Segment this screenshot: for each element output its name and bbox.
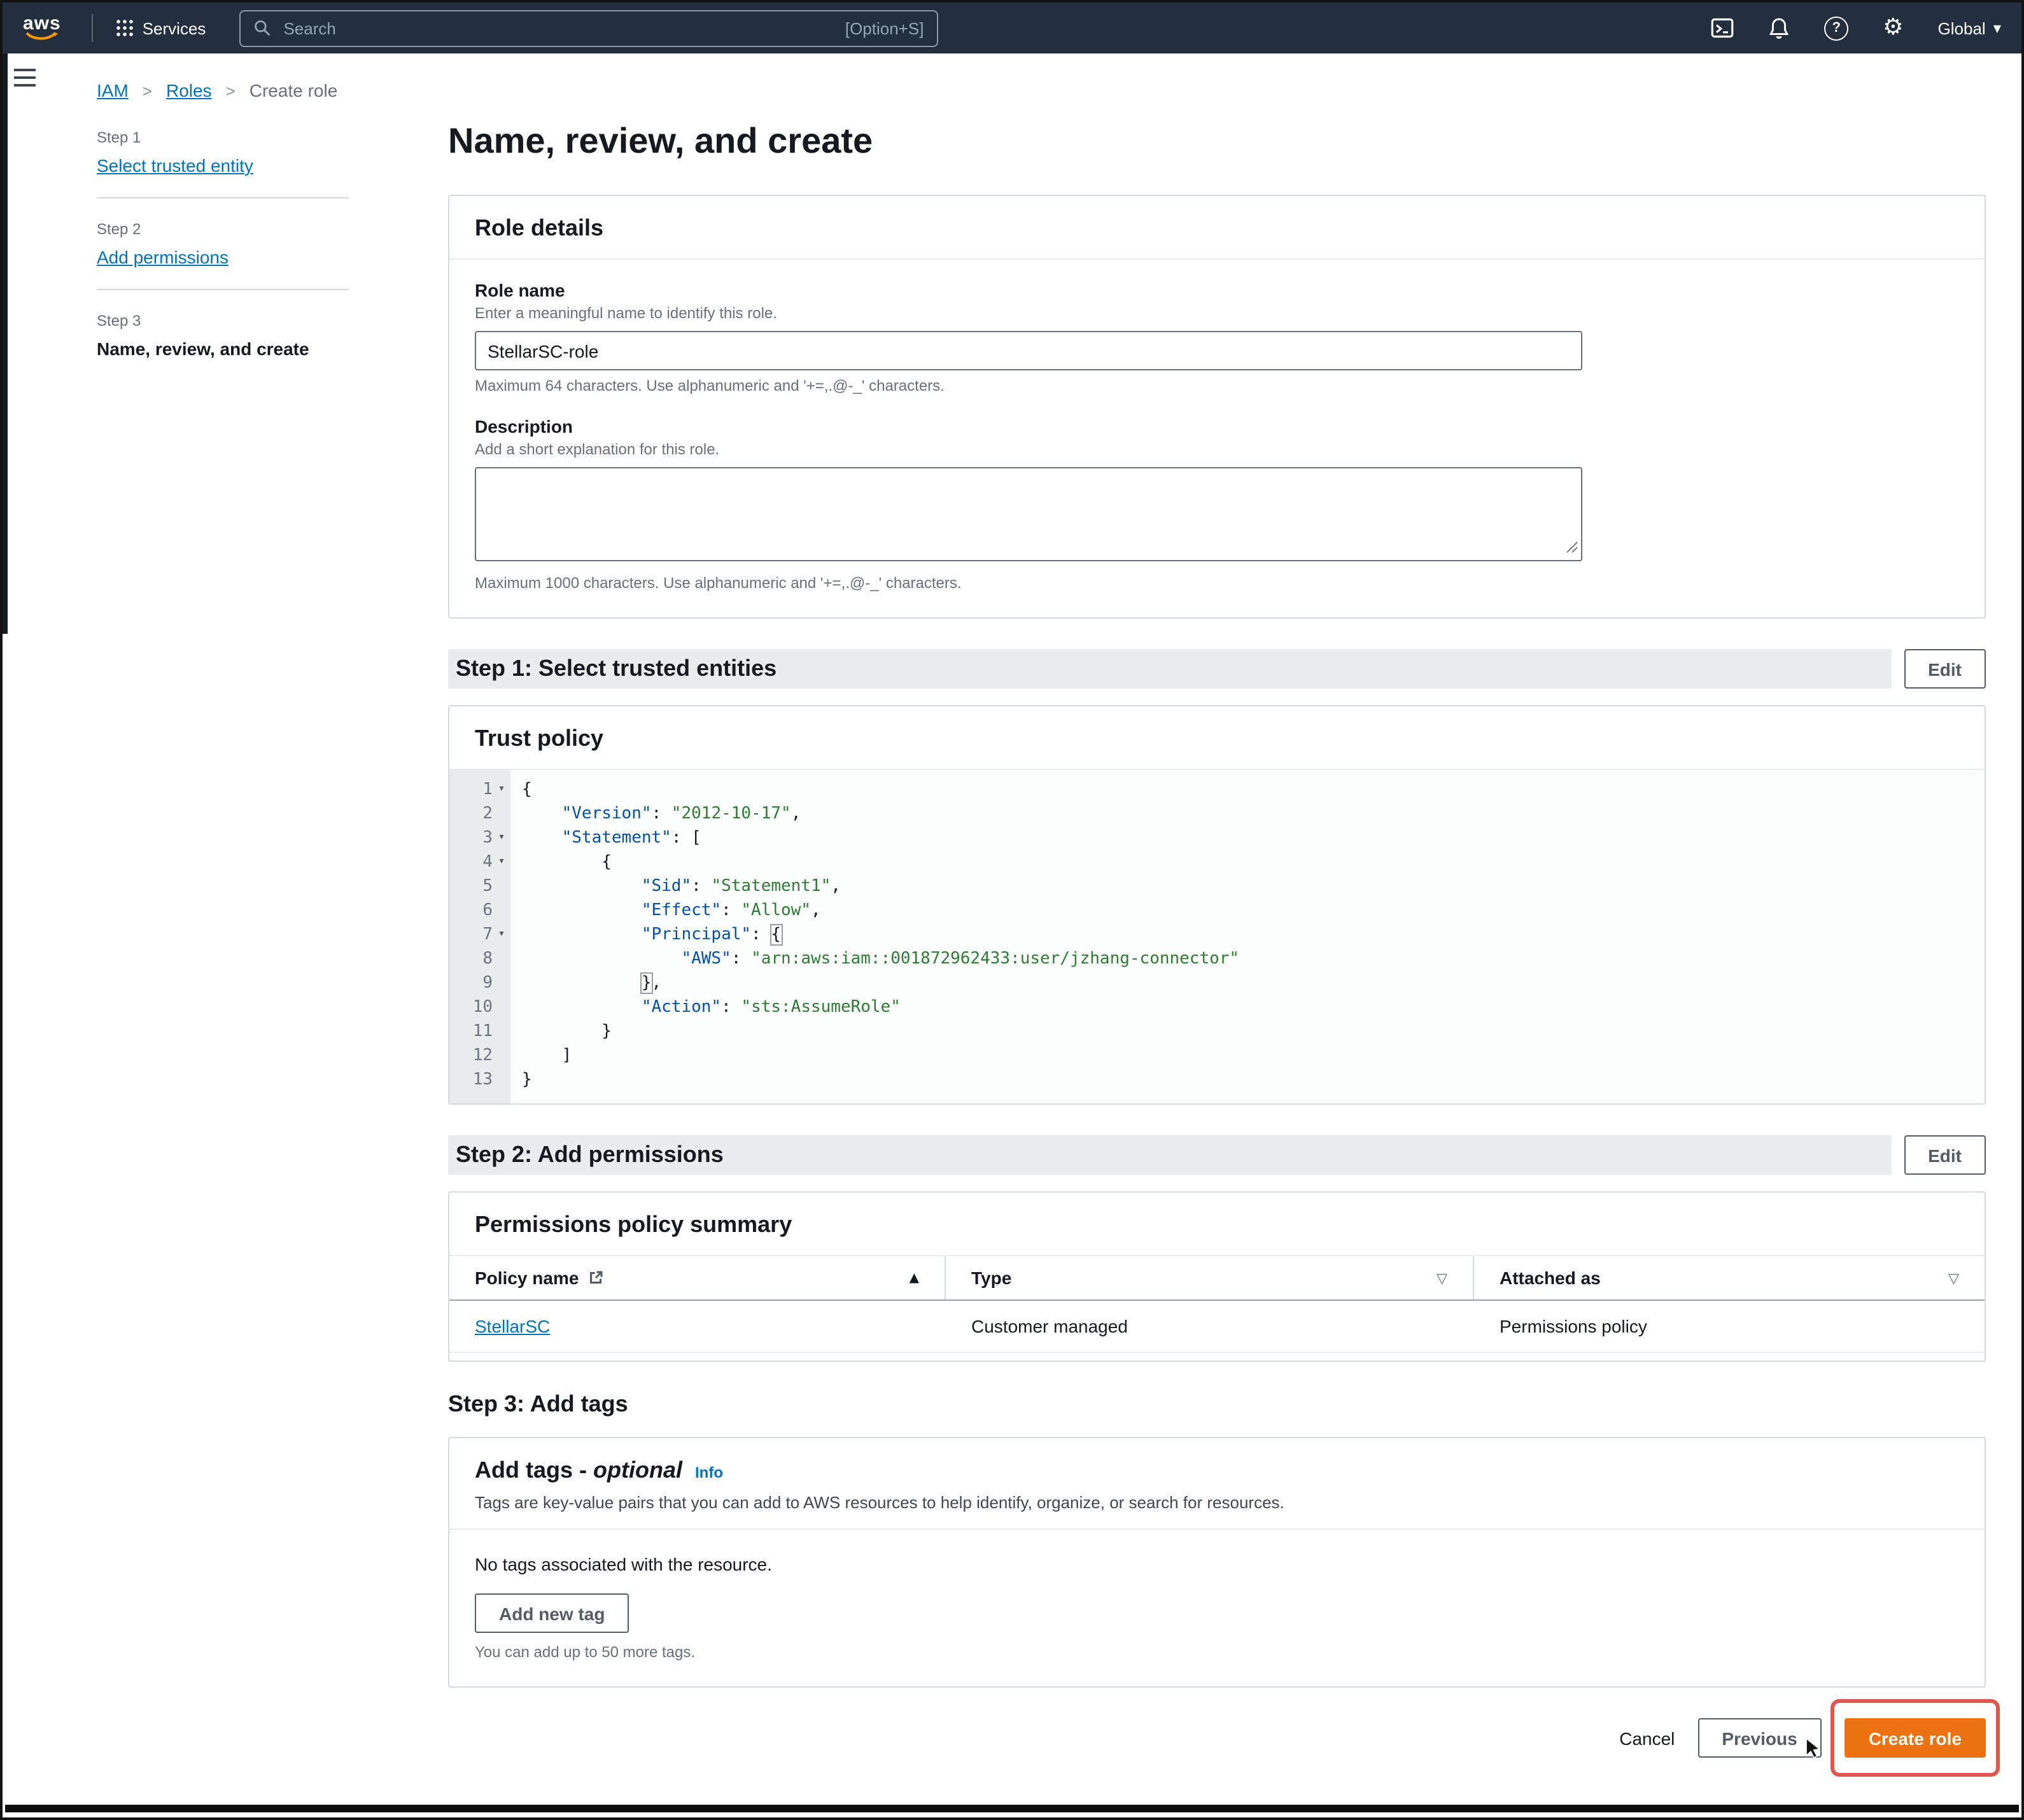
global-search[interactable]: [Option+S] [239, 10, 938, 46]
steps-divider [97, 289, 349, 290]
aws-logo[interactable]: aws [23, 15, 61, 41]
trust-policy-title: Trust policy [475, 725, 603, 751]
step1-link[interactable]: Select trusted entity [97, 155, 253, 176]
role-name-label: Role name [475, 280, 1959, 300]
filter-icon[interactable]: ▽ [1437, 1270, 1447, 1286]
cloudshell-icon [1711, 17, 1734, 39]
attached-as-cell: Permissions policy [1474, 1301, 1985, 1352]
role-name-input[interactable] [475, 331, 1582, 370]
window-bottom-edge [5, 1805, 2019, 1812]
permissions-summary-title: Permissions policy summary [475, 1212, 792, 1237]
step3-label: Step 3 [97, 312, 349, 330]
role-details-title: Role details [475, 215, 603, 241]
breadcrumb-chevron-icon: > [143, 81, 152, 100]
notifications-bell-icon [1768, 17, 1790, 39]
add-new-tag-button[interactable]: Add new tag [475, 1593, 629, 1633]
step3-heading: Step 3: Add tags [448, 1391, 1986, 1418]
cloudshell-button[interactable] [1711, 17, 1734, 39]
add-tags-card: Add tags - optional Info Tags are key-va… [448, 1437, 1986, 1688]
column-header-attached-as[interactable]: Attached as ▽ [1474, 1256, 1985, 1299]
step3-current: Name, review, and create [97, 339, 349, 359]
wizard-steps-nav: Step 1 Select trusted entity Step 2 Add … [97, 129, 349, 359]
region-selector[interactable]: Global ▼ [1938, 18, 2001, 38]
settings-button[interactable]: ⚙ [1883, 17, 1903, 39]
step2-heading: Step 2: Add permissions [448, 1135, 1891, 1175]
step1-heading: Step 1: Select trusted entities [448, 649, 1891, 689]
edit-trusted-entities-button[interactable]: Edit [1904, 649, 1986, 689]
breadcrumb-current: Create role [249, 80, 338, 101]
settings-gear-icon: ⚙ [1883, 17, 1903, 39]
previous-button[interactable]: Previous [1697, 1718, 1821, 1758]
add-tags-title: Add tags - optional [475, 1457, 682, 1484]
policy-name-link[interactable]: StellarSC [475, 1316, 550, 1336]
services-menu[interactable]: Services [116, 18, 206, 38]
page-title: Name, review, and create [448, 121, 1986, 162]
policy-type-cell: Customer managed [946, 1301, 1474, 1352]
trust-policy-code: 1▾23▾4▾567▾8910111213 { "Version": "2012… [449, 770, 1985, 1103]
description-hint: Add a short explanation for this role. [475, 440, 1959, 458]
aws-logo-text: aws [23, 15, 61, 31]
top-navigation-bar: aws Services [Option+S] [3, 3, 2021, 53]
breadcrumb-roles-link[interactable]: Roles [166, 80, 212, 101]
permissions-summary-card: Permissions policy summary Policy name ▲… [448, 1191, 1986, 1362]
external-link-icon [587, 1270, 603, 1285]
trust-policy-src: { "Version": "2012-10-17", "Statement": … [510, 770, 1985, 1103]
aws-smile-icon [25, 31, 59, 41]
breadcrumb: IAM > Roles > Create role [97, 80, 337, 101]
trust-policy-card: Trust policy 1▾23▾4▾567▾8910111213 { "Ve… [448, 705, 1986, 1105]
steps-divider [97, 197, 349, 199]
main-content: Name, review, and create Role details Ro… [448, 121, 1986, 1801]
services-grid-icon [116, 19, 134, 37]
wizard-footer-actions: Cancel Previous Create role [448, 1718, 1986, 1801]
caret-down-icon: ▼ [1993, 22, 2001, 34]
nav-divider [92, 14, 93, 42]
table-row: StellarSC Customer managed Permissions p… [449, 1301, 1985, 1353]
notifications-button[interactable] [1768, 17, 1790, 39]
description-textarea[interactable] [475, 467, 1582, 561]
search-icon [253, 19, 271, 37]
cancel-button[interactable]: Cancel [1619, 1728, 1675, 1748]
attached-as-header-label: Attached as [1500, 1268, 1601, 1288]
description-constraint: Maximum 1000 characters. Use alphanumeri… [475, 574, 1959, 592]
help-icon: ? [1832, 20, 1841, 36]
help-button[interactable]: ? [1824, 16, 1848, 40]
step2-link[interactable]: Add permissions [97, 247, 228, 267]
create-role-button[interactable]: Create role [1845, 1718, 1986, 1758]
column-header-type[interactable]: Type ▽ [946, 1256, 1474, 1299]
left-panel-edge [3, 53, 8, 634]
step1-section-header: Step 1: Select trusted entities Edit [448, 649, 1986, 689]
role-name-constraint: Maximum 64 characters. Use alphanumeric … [475, 377, 1959, 395]
step1-label: Step 1 [97, 129, 349, 146]
breadcrumb-chevron-icon: > [226, 81, 235, 100]
info-link[interactable]: Info [695, 1464, 723, 1481]
region-label: Global [1938, 18, 1986, 38]
aws-console-window: aws Services [Option+S] [0, 0, 2024, 1820]
role-details-card: Role details Role name Enter a meaningfu… [448, 195, 1986, 619]
hamburger-menu-icon[interactable] [14, 69, 36, 92]
tags-description: Tags are key-value pairs that you can ad… [475, 1493, 1959, 1512]
search-input[interactable] [281, 17, 834, 39]
edit-permissions-button[interactable]: Edit [1904, 1135, 1986, 1175]
no-tags-text: No tags associated with the resource. [475, 1554, 1959, 1574]
role-name-hint: Enter a meaningful name to identify this… [475, 304, 1959, 322]
description-label: Description [475, 416, 1959, 437]
search-shortcut-hint: [Option+S] [845, 18, 924, 38]
trust-policy-gutter: 1▾23▾4▾567▾8910111213 [449, 770, 510, 1103]
permissions-table-header: Policy name ▲ Type ▽ Attached as ▽ [449, 1256, 1985, 1301]
services-label: Services [143, 18, 206, 38]
step2-label: Step 2 [97, 220, 349, 238]
policy-name-header-label: Policy name [475, 1268, 579, 1288]
type-header-label: Type [971, 1268, 1011, 1288]
step2-section-header: Step 2: Add permissions Edit [448, 1135, 1986, 1175]
nav-utilities: ? ⚙ Global ▼ [1711, 16, 2001, 40]
sort-ascending-icon[interactable]: ▲ [910, 1271, 919, 1285]
filter-icon[interactable]: ▽ [1948, 1270, 1959, 1286]
breadcrumb-iam-link[interactable]: IAM [97, 80, 129, 101]
column-header-policy-name[interactable]: Policy name ▲ [449, 1256, 946, 1299]
tags-limit-text: You can add up to 50 more tags. [475, 1643, 1959, 1661]
